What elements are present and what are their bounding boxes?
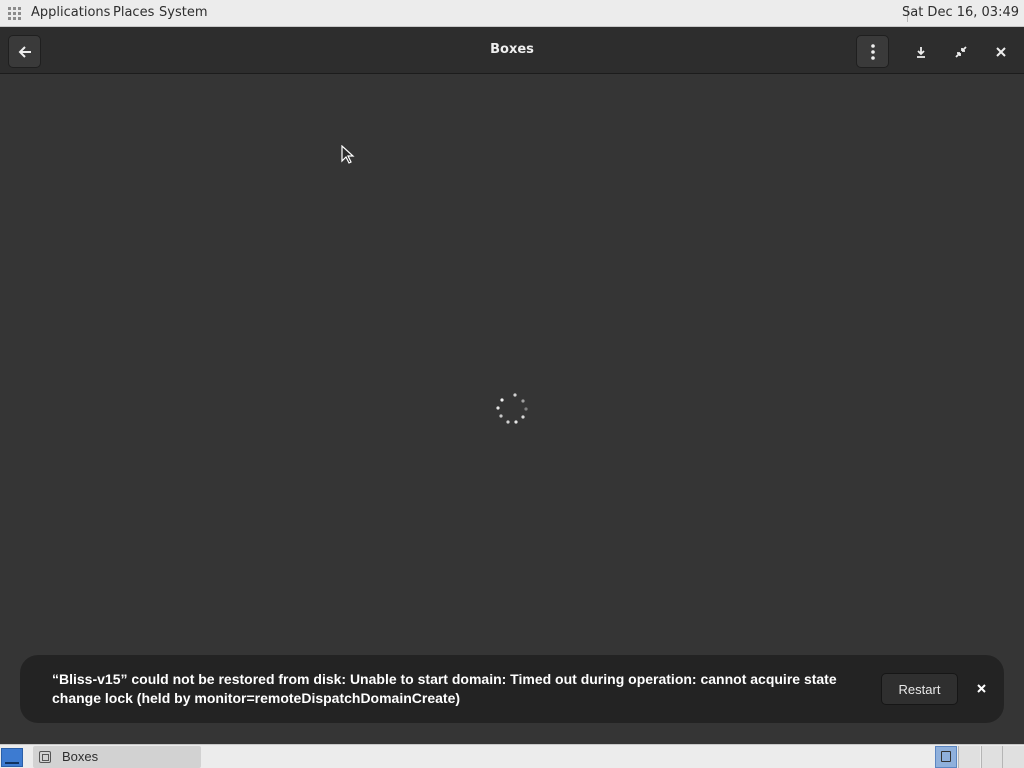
close-window-button[interactable] [984, 35, 1017, 68]
notification-message: “Bliss-v15” could not be restored from d… [52, 671, 837, 706]
clock[interactable]: Sat Dec 16, 03:49 [902, 5, 1019, 20]
window-headerbar: Boxes [0, 27, 1024, 74]
window-title: Boxes [490, 42, 534, 57]
close-icon [976, 683, 986, 693]
workspace-2[interactable] [958, 746, 980, 768]
close-icon [995, 46, 1006, 57]
workspace-1[interactable] [935, 746, 957, 768]
menu-system[interactable]: System [159, 5, 207, 20]
taskbar-item-boxes[interactable]: Boxes [33, 746, 201, 768]
apps-grid-icon[interactable] [8, 7, 21, 20]
back-arrow-icon [18, 45, 31, 58]
fullscreen-icon [954, 45, 967, 58]
kebab-menu-icon [870, 43, 875, 60]
loading-spinner-icon [496, 393, 528, 424]
top-panel: Applications Places System Sat Dec 16, 0… [0, 0, 1024, 27]
fullscreen-button[interactable] [944, 35, 977, 68]
back-button[interactable] [8, 35, 41, 68]
notification-close-button[interactable] [970, 677, 992, 699]
show-desktop-button[interactable] [1, 748, 23, 767]
bottom-panel: Boxes [0, 744, 1024, 768]
restart-button[interactable]: Restart [881, 673, 958, 705]
menu-places[interactable]: Places [113, 5, 154, 20]
workspace-3[interactable] [981, 746, 1003, 768]
window-thumbnail-icon [941, 751, 951, 762]
workspace-4[interactable] [1002, 746, 1024, 768]
download-icon [916, 46, 925, 58]
minimize-button[interactable] [904, 35, 937, 68]
taskbar-item-label: Boxes [62, 749, 99, 764]
mouse-pointer-icon [341, 145, 355, 164]
error-notification: “Bliss-v15” could not be restored from d… [20, 655, 1004, 723]
menu-applications[interactable]: Applications [31, 5, 110, 20]
boxes-app-icon [39, 751, 51, 763]
menu-button[interactable] [856, 35, 889, 68]
